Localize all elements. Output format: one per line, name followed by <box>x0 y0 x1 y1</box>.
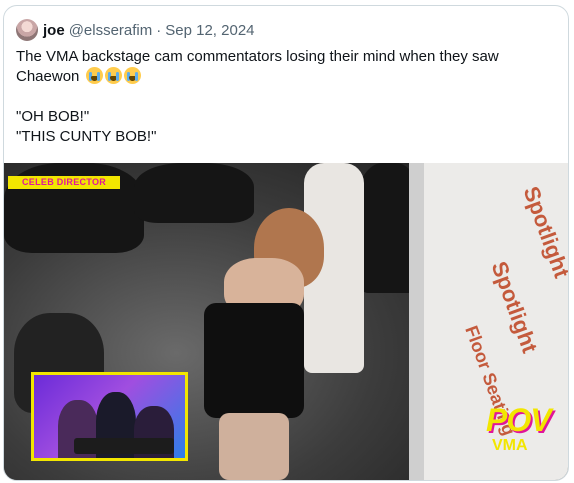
display-name[interactable]: joe <box>43 22 65 39</box>
tweet-card[interactable]: joe @elsserafim · Sep 12, 2024 The VMA b… <box>3 5 569 481</box>
pip-dj-desk <box>74 438 174 454</box>
logo-pov-text: POV <box>486 402 552 438</box>
user-handle[interactable]: @elsserafim <box>69 22 153 39</box>
tweet-text-line: "OH BOB!" <box>16 108 90 125</box>
person-legs <box>219 413 289 480</box>
crowd-silhouette <box>134 163 254 223</box>
tweet-date[interactable]: Sep 12, 2024 <box>165 22 254 39</box>
wall-sign-text: Spotlight <box>486 258 543 357</box>
tweet-text-word: Chaewon <box>16 68 80 85</box>
separator-dot: · <box>156 21 162 39</box>
avatar[interactable] <box>16 19 38 41</box>
wall-sign-text: Spotlight <box>518 183 568 282</box>
tweet-header: joe @elsserafim · Sep 12, 2024 <box>16 18 255 42</box>
crying-face-icon <box>123 67 141 84</box>
crying-face-icon <box>104 67 122 84</box>
celeb-director-badge: CELEB DIRECTOR <box>8 176 121 189</box>
tweet-text-line: "THIS CUNTY BOB!" <box>16 128 157 145</box>
tweet-text: The VMA backstage cam commentators losin… <box>16 47 556 147</box>
person-black-dress <box>204 303 304 418</box>
tweet-text-line: Chaewon <box>16 67 556 87</box>
logo-vma-text: VMA <box>492 437 528 454</box>
tweet-text-line: The VMA backstage cam commentators losin… <box>16 48 499 65</box>
video-player[interactable]: Spotlight Spotlight Floor Seating CELEB … <box>4 163 568 480</box>
pov-vma-logo: POV VMA <box>486 402 552 465</box>
crying-face-icon <box>85 67 103 84</box>
picture-in-picture <box>31 372 188 461</box>
